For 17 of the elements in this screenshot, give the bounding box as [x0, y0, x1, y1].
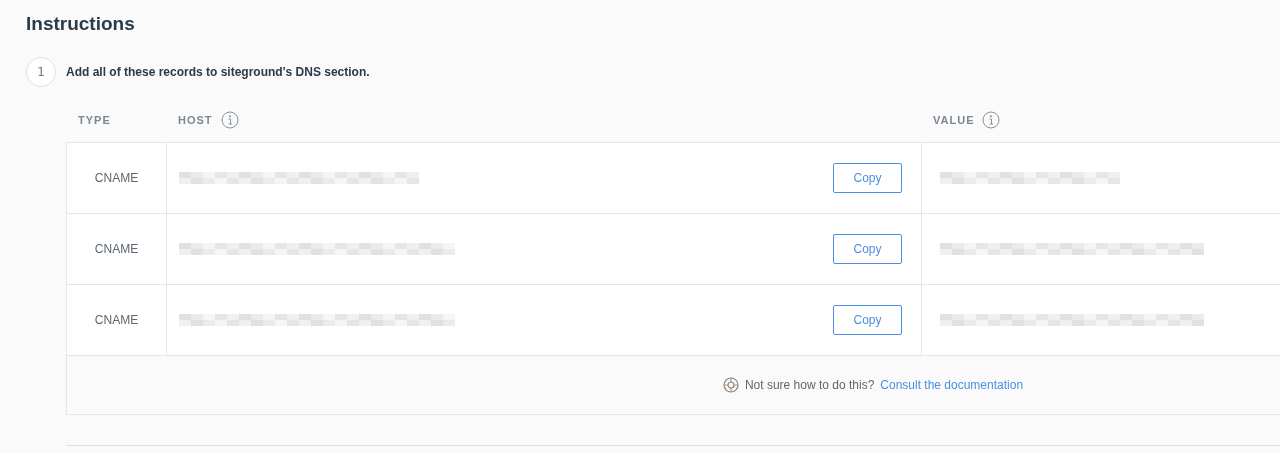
copy-button[interactable]: Copy	[833, 305, 902, 335]
column-header: VALUE	[933, 113, 975, 126]
step-number: 1	[26, 57, 56, 87]
info-icon[interactable]	[982, 110, 1001, 129]
table-cell: CNAME	[94, 242, 139, 256]
column-header: HOST	[178, 113, 213, 126]
table-cell: CNAME	[94, 171, 139, 185]
lifebuoy-icon	[722, 377, 739, 393]
step-text: Add all of these records to siteground's DNS section.	[66, 65, 370, 79]
info-icon[interactable]	[220, 110, 239, 129]
copy-button[interactable]: Copy	[833, 234, 902, 264]
copy-button[interactable]: Copy	[833, 163, 902, 193]
documentation-link[interactable]: Consult the documentation	[880, 378, 1024, 392]
help-text: Not sure how to do this?	[744, 378, 875, 392]
table-cell: CNAME	[94, 313, 139, 327]
column-header: TYPE	[78, 113, 111, 126]
section-title: Instructions	[26, 13, 136, 35]
